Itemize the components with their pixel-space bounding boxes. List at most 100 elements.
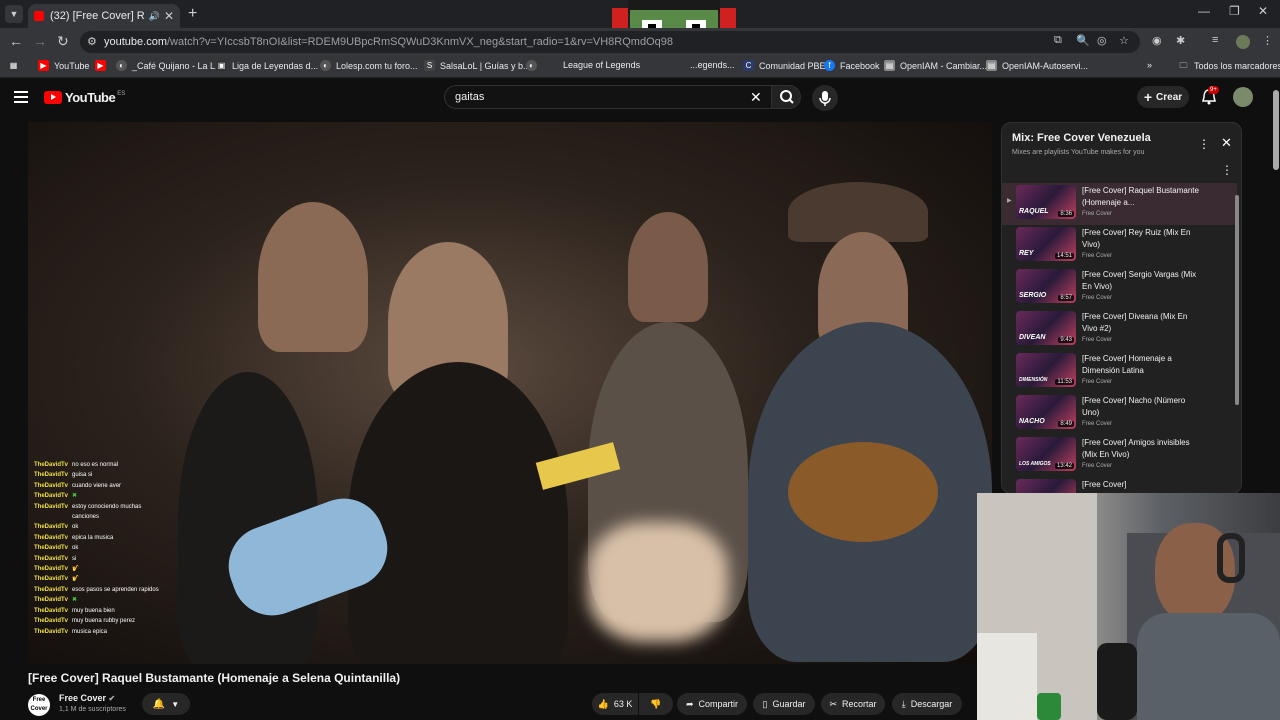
chat-message: TheDavidTv 🎷: [34, 564, 294, 574]
dislike-button[interactable]: 👎: [639, 693, 673, 715]
chat-message: TheDavidTv si: [34, 554, 294, 564]
playlist-scrollbar[interactable]: [1235, 195, 1239, 405]
video-thumbnail: NACHO 8:49: [1016, 395, 1076, 429]
playlist-item[interactable]: [Free Cover]: [1002, 477, 1237, 493]
bookmark-youtube[interactable]: ▶ YouTube: [38, 60, 89, 71]
bookmark-legends[interactable]: ...egends...: [690, 60, 735, 70]
url-host: youtube.com: [104, 36, 167, 48]
chat-message: TheDavidTv muy buena rubby perez: [34, 616, 294, 626]
headphones-icon: [1217, 533, 1245, 583]
bookmark-blank-icon[interactable]: ◐: [526, 60, 542, 71]
item-channel: Free Cover: [1082, 463, 1113, 469]
eye-off-icon[interactable]: ◎: [1097, 34, 1107, 47]
bookmark-pbe[interactable]: C Comunidad PBE: [743, 60, 826, 71]
thumbnail-text: LOS AMIGOS: [1019, 461, 1051, 467]
chat-text: ok: [72, 545, 79, 552]
clear-search-icon[interactable]: ✕: [750, 89, 762, 106]
playlist-menu-icon[interactable]: ⋮: [1198, 137, 1210, 151]
download-label: Descargar: [910, 699, 953, 709]
thumbs-up-icon: 👍: [597, 698, 609, 709]
window-close-button[interactable]: ✕: [1258, 4, 1268, 18]
webcam-can: [1037, 693, 1061, 720]
menu-kebab-icon[interactable]: ⋮: [1262, 34, 1273, 47]
playlist-item[interactable]: REY 14:51 [Free Cover] Rey Ruiz (Mix En V…: [1002, 225, 1237, 267]
voice-search-button[interactable]: [812, 85, 838, 111]
playlist-item[interactable]: SERGIO 8:57 [Free Cover] Sergio Vargas (M…: [1002, 267, 1237, 309]
create-button[interactable]: + Crear: [1137, 86, 1189, 108]
media-icon[interactable]: ≡: [1212, 34, 1218, 46]
chat-text: 🎷: [72, 576, 80, 583]
extension-icon[interactable]: ◉: [1152, 34, 1162, 47]
all-bookmarks[interactable]: 🗀 Todos los marcadores: [1178, 60, 1280, 71]
hamburger-menu-icon[interactable]: [14, 91, 28, 103]
page-scrollbar[interactable]: [1273, 90, 1279, 170]
item-channel: Free Cover: [1082, 295, 1113, 301]
thumbnail-text: DIMENSIÓN: [1019, 377, 1048, 383]
playlist-more-icon[interactable]: ⋮: [1221, 163, 1233, 177]
search-input[interactable]: gaitas: [444, 85, 772, 109]
playlist-item[interactable]: DIVEAN 9:43 [Free Cover] Diveana (Mix En …: [1002, 309, 1237, 351]
bookmark-facebook[interactable]: f Facebook: [824, 60, 880, 71]
url-path: /watch?v=YIccsbT8nOI&list=RDEM9UBpcRmSQW…: [166, 36, 673, 48]
browser-tab-active[interactable]: (32) [Free Cover] Raquel Bu 🔊 ✕: [28, 4, 180, 28]
like-button[interactable]: 👍 63 K: [592, 693, 638, 715]
profile-avatar[interactable]: [1236, 35, 1250, 49]
tab-close-icon[interactable]: ✕: [164, 9, 174, 23]
zoom-icon[interactable]: 🔍: [1076, 34, 1090, 47]
restore-button[interactable]: ❐: [1229, 4, 1240, 18]
bookmark-openiam-1[interactable]: ▤ OpenIAM - Cambiar...: [884, 60, 987, 71]
scissors-icon: ✂: [829, 698, 838, 709]
chat-text: ok: [72, 524, 79, 531]
clip-button[interactable]: ✂ Recortar: [821, 693, 885, 715]
new-tab-button[interactable]: +: [188, 5, 197, 23]
bookmark-cafe-quijano[interactable]: ◐ _Café Quijano - La L...: [116, 60, 223, 71]
bell-icon: 🔔: [152, 698, 166, 710]
playlist-item[interactable]: DIMENSIÓN 11:53 [Free Cover] Homenaje a D…: [1002, 351, 1237, 393]
forward-arrow-icon[interactable]: →: [33, 33, 47, 49]
youtube-logo[interactable]: YouTube ES: [44, 90, 125, 105]
bookmark-openiam-2[interactable]: ▤ OpenIAM-Autoservi...: [986, 60, 1088, 71]
bookmark-liga-leyendas[interactable]: ▣ Liga de Leyendas d...: [216, 60, 318, 71]
bookmark-yt-icon[interactable]: ▶: [95, 60, 111, 71]
chat-message: TheDavidTv 🎷: [34, 574, 294, 584]
back-arrow-icon[interactable]: ←: [9, 33, 23, 49]
chat-text: cuando viene aver: [72, 482, 122, 489]
youtube-play-icon: [44, 91, 62, 104]
minimize-button[interactable]: —: [1198, 4, 1210, 18]
chat-text: epica la musica: [72, 534, 114, 541]
playlist-close-icon[interactable]: ✕: [1221, 135, 1232, 151]
channel-name[interactable]: Free Cover ✔: [59, 693, 115, 703]
apps-grid-icon[interactable]: ▦: [8, 60, 24, 71]
video-figure: [588, 522, 728, 642]
channel-avatar[interactable]: Free Cover: [28, 694, 50, 716]
save-button[interactable]: ▯ Guardar: [753, 693, 815, 715]
playlist-item[interactable]: NACHO 8:49 [Free Cover] Nacho (Número Uno…: [1002, 393, 1237, 435]
video-thumbnail: [1016, 479, 1076, 493]
search-button[interactable]: [771, 85, 801, 109]
site-info-icon[interactable]: ⚙: [87, 31, 97, 53]
microphone-icon: [819, 91, 831, 106]
tab-title: (32) [Free Cover] Raquel Bu: [50, 10, 145, 22]
speaker-icon[interactable]: 🔊: [149, 11, 160, 22]
bookmark-salsalol[interactable]: S SalsaLoL | Guías y b...: [424, 60, 531, 71]
video-thumbnail: LOS AMIGOS 13:42: [1016, 437, 1076, 471]
tab-search-button[interactable]: ▼: [5, 5, 23, 23]
subscriber-count: 1,1 M de suscriptores: [59, 706, 126, 713]
playlist-subtitle: Mixes are playlists YouTube makes for yo…: [1012, 149, 1145, 156]
bookmark-lolesp[interactable]: ◐ Lolesp.com tu foro...: [320, 60, 418, 71]
bookmark-lol[interactable]: League of Legends: [563, 60, 640, 70]
duration: 13:42: [1054, 463, 1074, 469]
bookmarks-overflow-icon[interactable]: »: [1147, 60, 1152, 70]
reload-icon[interactable]: ↻: [57, 33, 69, 50]
account-avatar[interactable]: [1233, 87, 1253, 107]
subscription-bell-button[interactable]: 🔔 ▼: [142, 693, 190, 715]
share-button[interactable]: ➦ Compartir: [677, 693, 747, 715]
download-button[interactable]: ⤓ Descargar: [892, 693, 962, 715]
bookmark-star-icon[interactable]: ☆: [1119, 34, 1129, 47]
install-icon[interactable]: ⧉: [1054, 34, 1062, 47]
playlist-title[interactable]: Mix: Free Cover Venezuela: [1012, 132, 1151, 144]
playlist-item[interactable]: LOS AMIGOS 13:42 [Free Cover] Amigos invi…: [1002, 435, 1237, 477]
puzzle-icon[interactable]: ✱: [1176, 34, 1185, 47]
playlist-item[interactable]: ▶ RAQUEL 8:36 [Free Cover] Raquel Bustama…: [1002, 183, 1237, 225]
address-bar[interactable]: ⚙ youtube.com/watch?v=YIccsbT8nOI&list=RD…: [80, 31, 1140, 53]
